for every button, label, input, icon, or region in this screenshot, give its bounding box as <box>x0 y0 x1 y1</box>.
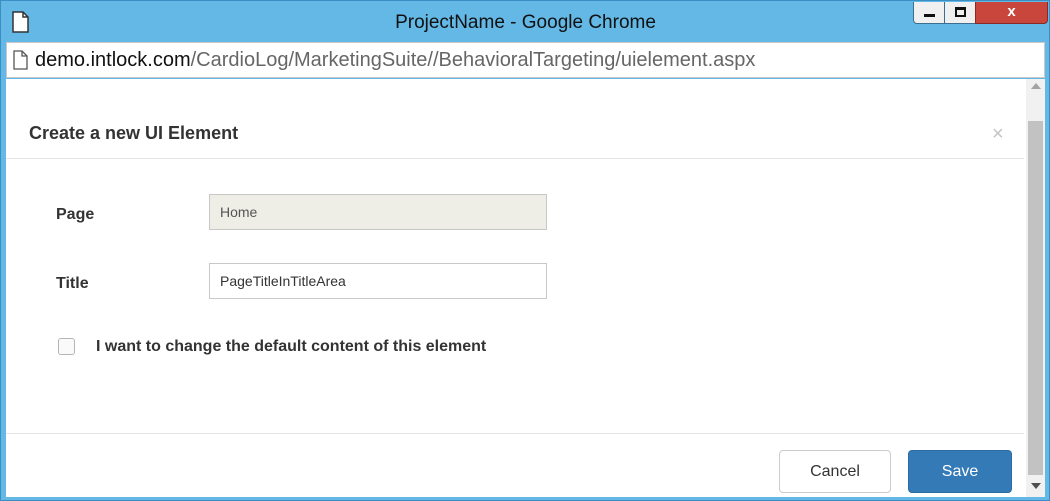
scroll-down-arrow-icon[interactable] <box>1031 483 1041 489</box>
minimize-icon <box>924 14 935 17</box>
url-path: /CardioLog/MarketingSuite//BehavioralTar… <box>190 49 756 71</box>
title-field[interactable] <box>209 263 547 299</box>
maximize-button[interactable] <box>944 2 976 24</box>
close-window-button[interactable]: x <box>975 2 1048 24</box>
page-icon <box>13 50 28 70</box>
save-button[interactable]: Save <box>908 450 1012 493</box>
maximize-icon <box>955 7 966 17</box>
url-text[interactable]: demo.intlock.com/CardioLog/MarketingSuit… <box>35 49 755 72</box>
minimize-button[interactable] <box>913 2 945 24</box>
page-label: Page <box>56 206 95 223</box>
dialog-title: Create a new UI Element <box>29 123 239 143</box>
scroll-up-arrow-icon[interactable] <box>1031 83 1041 89</box>
address-bar[interactable]: demo.intlock.com/CardioLog/MarketingSuit… <box>6 42 1045 78</box>
vertical-scrollbar[interactable] <box>1026 79 1045 497</box>
dialog-header-divider <box>6 158 1024 159</box>
page-content: Create a new UI Element × Page Title I w… <box>6 79 1045 497</box>
dialog-footer-divider <box>6 433 1024 434</box>
title-bar: ProjectName - Google Chrome x <box>2 2 1049 42</box>
url-host: demo.intlock.com <box>35 49 191 71</box>
browser-window: ProjectName - Google Chrome x demo.intlo… <box>0 0 1050 501</box>
change-content-checkbox[interactable] <box>58 338 75 355</box>
title-label: Title <box>56 275 89 292</box>
page-field[interactable] <box>209 194 547 230</box>
change-content-label[interactable]: I want to change the default content of … <box>96 338 486 356</box>
cancel-button[interactable]: Cancel <box>779 450 891 493</box>
scroll-thumb[interactable] <box>1028 121 1043 475</box>
dialog-close-icon[interactable]: × <box>992 123 1004 146</box>
window-title: ProjectName - Google Chrome <box>395 12 656 33</box>
